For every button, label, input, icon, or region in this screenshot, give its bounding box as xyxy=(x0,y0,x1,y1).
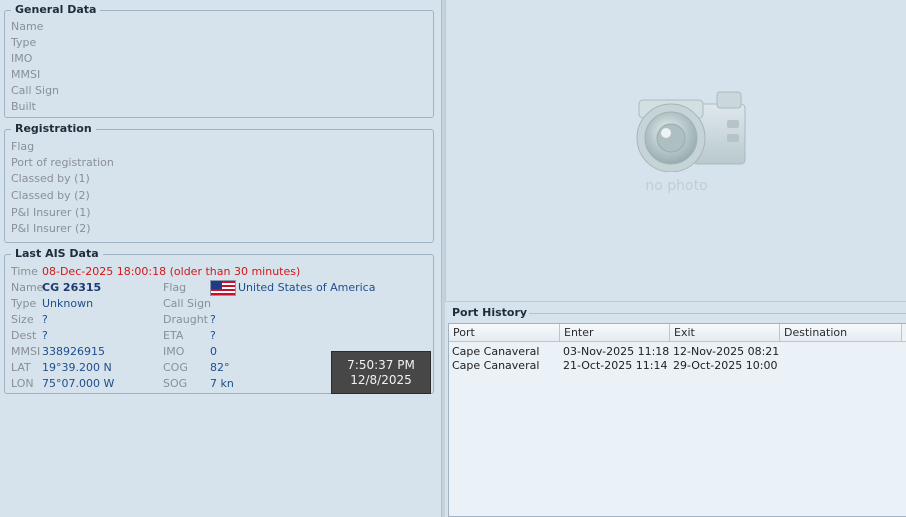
tooltip-date: 12/8/2025 xyxy=(350,373,412,387)
field-name-label: Name xyxy=(11,20,44,33)
vessel-photo-area[interactable]: no photo xyxy=(445,0,906,302)
ais-flag-value: United States of America xyxy=(238,281,376,294)
column-header-port[interactable]: Port xyxy=(449,324,560,341)
ais-mmsi-value: 338926915 xyxy=(42,345,105,358)
ais-lat-label: LAT xyxy=(11,361,31,374)
last-ais-data-title: Last AIS Data xyxy=(11,247,103,260)
field-mmsi-label: MMSI xyxy=(11,68,41,81)
general-data-title: General Data xyxy=(11,3,101,16)
clock-tooltip: 7:50:37 PM 12/8/2025 xyxy=(331,351,431,394)
row-1-exit: 12-Nov-2025 08:21 xyxy=(673,345,780,358)
ais-type-label: Type xyxy=(11,297,37,310)
field-imo-label: IMO xyxy=(11,52,33,65)
row-1-enter: 03-Nov-2025 11:18 xyxy=(563,345,670,358)
port-history-header: Port Enter Exit Destination xyxy=(449,324,906,342)
us-flag-icon xyxy=(210,280,236,296)
column-header-destination[interactable]: Destination xyxy=(780,324,902,341)
registration-group: Registration Flag Port of registration C… xyxy=(4,122,434,243)
ais-cog-value: 82° xyxy=(210,361,230,374)
ais-dest-value: ? xyxy=(42,329,48,342)
ais-type-value: Unknown xyxy=(42,297,94,310)
ais-size-value: ? xyxy=(42,313,48,326)
ais-name-label: Name xyxy=(11,281,44,294)
ais-lon-label: LON xyxy=(11,377,34,390)
ais-draught-label: Draught xyxy=(163,313,208,326)
port-history-divider xyxy=(529,313,906,314)
ais-dest-label: Dest xyxy=(11,329,37,342)
ais-eta-label: ETA xyxy=(163,329,184,342)
field-port-of-registration-label: Port of registration xyxy=(11,156,114,169)
ais-time-label: Time xyxy=(11,265,38,278)
port-history-title: Port History xyxy=(452,306,528,319)
ais-lat-value: 19°39.200 N xyxy=(42,361,112,374)
port-history-panel: Port History Port Enter Exit Destination… xyxy=(445,306,906,517)
ais-size-label: Size xyxy=(11,313,34,326)
port-history-grid[interactable]: Port Enter Exit Destination Cape Canaver… xyxy=(448,323,906,517)
field-pi-insurer-1-label: P&I Insurer (1) xyxy=(11,206,91,219)
ais-mmsi-label: MMSI xyxy=(11,345,41,358)
row-2-port: Cape Canaveral xyxy=(452,359,540,372)
general-data-group: General Data Name Type IMO MMSI Call Sig… xyxy=(4,3,434,118)
ais-imo-label: IMO xyxy=(163,345,185,358)
row-2-exit: 29-Oct-2025 10:00 xyxy=(673,359,778,372)
ais-sog-label: SOG xyxy=(163,377,188,390)
field-callsign-label: Call Sign xyxy=(11,84,60,97)
row-2-enter: 21-Oct-2025 11:14 xyxy=(563,359,668,372)
field-built-label: Built xyxy=(11,100,36,113)
ais-cog-label: COG xyxy=(163,361,188,374)
ais-lon-value: 75°07.000 W xyxy=(42,377,115,390)
ais-flag-label: Flag xyxy=(163,281,187,294)
field-pi-insurer-2-label: P&I Insurer (2) xyxy=(11,222,91,235)
column-header-enter[interactable]: Enter xyxy=(560,324,670,341)
tooltip-time: 7:50:37 PM xyxy=(347,358,415,372)
ais-callsign-label: Call Sign xyxy=(163,297,212,310)
ais-name-value: CG 26315 xyxy=(42,281,102,294)
ais-sog-value: 7 kn xyxy=(210,377,234,390)
field-classed-by-1-label: Classed by (1) xyxy=(11,172,90,185)
field-type-label: Type xyxy=(11,36,37,49)
row-1-port: Cape Canaveral xyxy=(452,345,540,358)
no-photo-label: no photo xyxy=(645,178,708,194)
field-classed-by-2-label: Classed by (2) xyxy=(11,189,90,202)
ais-eta-value: ? xyxy=(210,329,216,342)
camera-icon xyxy=(636,91,746,172)
ais-time-value: 08-Dec-2025 18:00:18 (older than 30 minu… xyxy=(42,265,301,278)
ais-draught-value: ? xyxy=(210,313,216,326)
field-flag-label: Flag xyxy=(11,140,35,153)
ais-imo-value: 0 xyxy=(210,345,217,358)
vessel-details-panel: General Data Name Type IMO MMSI Call Sig… xyxy=(0,0,441,517)
column-header-exit[interactable]: Exit xyxy=(670,324,780,341)
registration-title: Registration xyxy=(11,122,96,135)
